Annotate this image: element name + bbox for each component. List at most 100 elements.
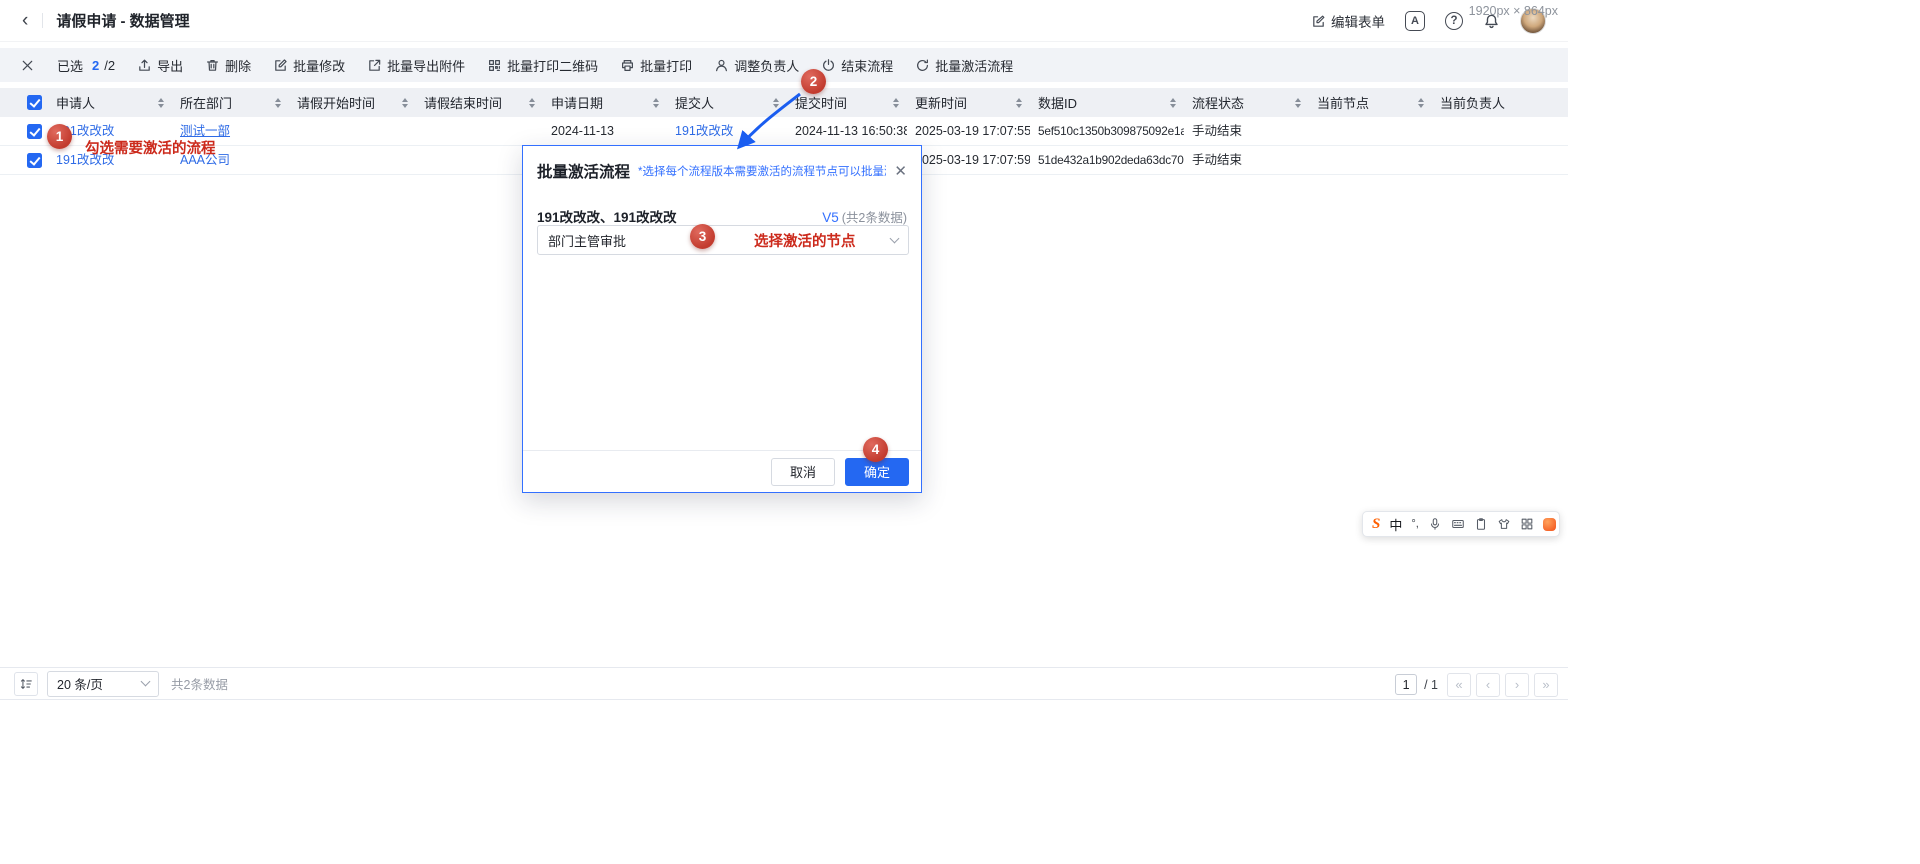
- sort-toggle[interactable]: [275, 98, 281, 108]
- cell-current-owner: [1432, 146, 1568, 175]
- selected-count-value: 2: [92, 58, 99, 73]
- process-group-title: 191改改改、191改改改: [537, 206, 677, 226]
- node-select-value: 部门主管审批: [548, 231, 626, 250]
- printer-icon: [620, 58, 635, 73]
- batch-edit-label: 批量修改: [293, 56, 345, 75]
- sort-toggle[interactable]: [893, 98, 899, 108]
- column-header-flow-status: 流程状态: [1184, 88, 1309, 117]
- cell-current-node: [1309, 146, 1432, 175]
- first-page-button[interactable]: «: [1447, 673, 1471, 697]
- toolbox-grid-icon[interactable]: [1520, 517, 1534, 531]
- batch-toolbar: 已选2/2 导出 删除 批量修改 批量导出附件 批量打印二维码: [0, 48, 1568, 82]
- help-icon[interactable]: ?: [1445, 12, 1463, 30]
- clipboard-icon[interactable]: [1474, 517, 1488, 531]
- punctuation-icon[interactable]: °,: [1411, 518, 1418, 530]
- dialog-title: 批量激活流程: [537, 160, 630, 182]
- export-icon: [137, 58, 152, 73]
- column-label: 请假结束时间: [424, 93, 502, 112]
- sort-toggle[interactable]: [1418, 98, 1424, 108]
- export-attachment-icon: [367, 58, 382, 73]
- microphone-icon[interactable]: [1428, 517, 1442, 531]
- prev-page-button[interactable]: ‹: [1476, 673, 1500, 697]
- end-process-button[interactable]: 结束流程: [821, 56, 893, 75]
- ime-chinese-mode-icon[interactable]: 中: [1389, 515, 1402, 534]
- page-title: 请假申请 - 数据管理: [56, 10, 189, 31]
- annotation-text-step3: 选择激活的节点: [754, 230, 856, 251]
- screen: ‹ 请假申请 - 数据管理 编辑表单 A ? 1920px × 864px 已选…: [0, 0, 1920, 864]
- column-header-update-time: 更新时间: [907, 88, 1030, 117]
- column-label: 申请人: [56, 93, 95, 112]
- column-label: 所在部门: [180, 93, 232, 112]
- cancel-button[interactable]: 取消: [771, 458, 835, 486]
- step-badge-2: 2: [801, 69, 826, 94]
- delete-button[interactable]: 删除: [205, 56, 251, 75]
- batch-print-qr-label: 批量打印二维码: [507, 56, 598, 75]
- translate-icon[interactable]: A: [1405, 11, 1425, 31]
- edit-icon: [1311, 14, 1326, 29]
- cell-data-id: 5ef510c1350b309875092e1a: [1030, 117, 1184, 146]
- skin-icon[interactable]: [1497, 517, 1511, 531]
- edit-form-button[interactable]: 编辑表单: [1311, 11, 1385, 31]
- person-icon: [714, 58, 729, 73]
- display-settings-button[interactable]: [14, 672, 38, 696]
- cell-leave-start: [289, 117, 416, 146]
- column-label: 当前负责人: [1440, 93, 1505, 112]
- batch-export-attachments-button[interactable]: 批量导出附件: [367, 56, 465, 75]
- sort-toggle[interactable]: [529, 98, 535, 108]
- export-button[interactable]: 导出: [137, 56, 183, 75]
- step2-arrow: [712, 82, 822, 157]
- annotation-text-step1: 勾选需要激活的流程: [85, 137, 216, 158]
- qr-code-icon: [487, 58, 502, 73]
- sort-toggle[interactable]: [653, 98, 659, 108]
- select-all-checkbox[interactable]: [27, 95, 42, 110]
- column-label: 更新时间: [915, 93, 967, 112]
- column-header-leave-start: 请假开始时间: [289, 88, 416, 117]
- column-header-leave-end: 请假结束时间: [416, 88, 543, 117]
- page-size-select[interactable]: 20 条/页: [47, 671, 159, 697]
- cell-current-owner: [1432, 117, 1568, 146]
- sort-toggle[interactable]: [1295, 98, 1301, 108]
- version-note: (共2条数据): [842, 211, 907, 225]
- sort-toggle[interactable]: [402, 98, 408, 108]
- trash-icon: [205, 58, 220, 73]
- ime-toolbar: S 中 °,: [1362, 511, 1560, 537]
- row-checkbox[interactable]: [27, 153, 42, 168]
- ime-assistant-icon[interactable]: [1543, 518, 1556, 531]
- pagination-controls: 1 / 1 « ‹ › »: [1395, 668, 1558, 701]
- app-window: ‹ 请假申请 - 数据管理 编辑表单 A ? 1920px × 864px 已选…: [0, 0, 1568, 864]
- cell-flow-status: 手动结束: [1184, 117, 1309, 146]
- step-badge-3: 3: [690, 224, 715, 249]
- batch-print-qr-button[interactable]: 批量打印二维码: [487, 56, 598, 75]
- batch-print-button[interactable]: 批量打印: [620, 56, 692, 75]
- power-icon: [821, 58, 836, 73]
- adjust-owner-button[interactable]: 调整负责人: [714, 56, 799, 75]
- batch-activate-process-label: 批量激活流程: [935, 56, 1013, 75]
- pagination-bar: 20 条/页 共2条数据 1 / 1 « ‹ › »: [0, 667, 1568, 700]
- delete-label: 删除: [225, 56, 251, 75]
- cell-apply-date: 2024-11-13: [543, 117, 667, 146]
- keyboard-icon[interactable]: [1451, 517, 1465, 531]
- cell-current-node: [1309, 117, 1432, 146]
- cell-update-time: 2025-03-19 17:07:59: [907, 146, 1030, 175]
- clear-selection-button[interactable]: [20, 58, 35, 73]
- batch-edit-button[interactable]: 批量修改: [273, 56, 345, 75]
- next-page-button[interactable]: ›: [1505, 673, 1529, 697]
- sogou-logo-icon[interactable]: S: [1372, 517, 1380, 532]
- header-divider: [42, 13, 43, 28]
- adjust-owner-label: 调整负责人: [734, 56, 799, 75]
- cell-leave-end: [416, 117, 543, 146]
- row-checkbox[interactable]: [27, 124, 42, 139]
- total-records-text: 共2条数据: [171, 674, 228, 693]
- last-page-button[interactable]: »: [1534, 673, 1558, 697]
- dialog-footer: 取消 确定: [523, 450, 921, 492]
- process-version: V5(共2条数据): [822, 207, 907, 226]
- sort-toggle[interactable]: [158, 98, 164, 108]
- close-icon[interactable]: ✕: [894, 164, 907, 179]
- sort-toggle[interactable]: [1170, 98, 1176, 108]
- sort-toggle[interactable]: [1016, 98, 1022, 108]
- column-label: 流程状态: [1192, 93, 1244, 112]
- back-icon[interactable]: ‹: [22, 11, 28, 30]
- batch-activate-process-button[interactable]: 批量激活流程: [915, 56, 1013, 75]
- close-icon: [20, 58, 35, 73]
- page-number-input[interactable]: 1: [1395, 674, 1417, 695]
